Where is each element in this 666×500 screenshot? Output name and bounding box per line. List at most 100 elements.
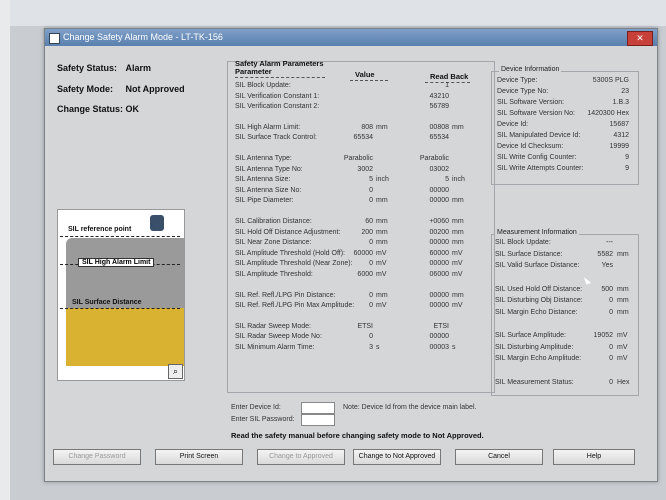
help-button[interactable]: Help xyxy=(553,449,635,465)
parameter-readback: +0060 xyxy=(429,218,449,225)
device-info-value: 4312 xyxy=(613,132,629,139)
safety-status: Safety Status: Alarm xyxy=(57,63,151,73)
parameter-value: 0 xyxy=(369,260,373,268)
print-screen-button[interactable]: Print Screen xyxy=(155,449,243,465)
parameter-value-unit: mm xyxy=(376,123,388,131)
parameter-value: 60 xyxy=(365,218,373,225)
parameter-value-unit: mm xyxy=(376,291,388,299)
parameter-readback: 03002 xyxy=(429,165,449,173)
device-info-label: Device Type: xyxy=(497,77,538,84)
cancel-button[interactable]: Cancel xyxy=(455,449,543,465)
parameter-name: SIL Verification Constant 1: xyxy=(235,92,320,100)
parameter-readback: 56789 xyxy=(429,103,449,111)
safety-status-value: Alarm xyxy=(125,63,152,73)
title-bar[interactable]: Change Safety Alarm Mode - LT-TK-156 ✕ xyxy=(45,29,657,46)
parameter-value: 200 xyxy=(361,228,373,236)
measurement-unit: mm xyxy=(617,308,629,316)
device-info-label: SIL Software Version No: xyxy=(497,110,575,117)
parameter-value-unit: mV xyxy=(376,249,387,257)
parameter-readback-unit: mV xyxy=(452,302,463,310)
app-icon xyxy=(49,33,60,44)
device-info-value: 5300S PLG xyxy=(592,77,629,84)
measurement-label: SIL Disturbing Obj Distance: xyxy=(495,297,583,304)
change-status: Change Status: OK xyxy=(57,104,139,114)
device-info-label: Device Type No: xyxy=(497,88,549,95)
safety-mode: Safety Mode: Not Approved xyxy=(57,84,185,94)
parameter-readback: 00000 xyxy=(429,197,449,205)
parameter-name: SIL Antenna Type No: xyxy=(235,165,303,173)
column-read-back: Read Back xyxy=(430,72,469,81)
change-password-button[interactable]: Change Password xyxy=(53,449,141,465)
parameter-name: SIL Block Update: xyxy=(235,82,291,89)
parameter-readback-unit: mm xyxy=(452,291,464,299)
parameter-readback: Parabolic xyxy=(419,155,449,162)
measurement-label: SIL Measurement Status: xyxy=(495,378,574,386)
parameter-name: SIL Calibration Distance: xyxy=(235,218,312,225)
device-id-input[interactable] xyxy=(301,402,335,414)
parameter-readback: 00000 xyxy=(429,291,449,299)
measurement-value: 500 xyxy=(601,285,613,293)
device-id-label: Enter Device Id: xyxy=(231,404,281,411)
parameter-value: 3 xyxy=(369,344,373,351)
parameter-readback: 1 xyxy=(445,82,449,89)
measurement-label: SIL Block Update: xyxy=(495,239,551,246)
device-info-value: 9 xyxy=(625,154,629,161)
measurement-value: 19052 xyxy=(593,332,613,339)
parameter-value: 3002 xyxy=(357,165,373,173)
measurement-unit: mm xyxy=(617,285,629,293)
measurement-value: --- xyxy=(606,239,613,246)
measurement-label: SIL Disturbing Amplitude: xyxy=(495,343,574,351)
measurement-unit: Hex xyxy=(617,378,630,386)
parameter-value-unit: mm xyxy=(376,228,388,236)
parameter-value-unit: mV xyxy=(376,260,387,268)
parameter-value: 6000 xyxy=(357,271,373,278)
parameter-readback: 43210 xyxy=(429,92,449,100)
screen-bezel xyxy=(0,0,10,500)
measurement-group-title: Measurement Information xyxy=(495,229,579,236)
parameter-readback: 00000 xyxy=(429,260,449,268)
parameter-readback-unit: mm xyxy=(452,218,464,225)
device-info-value: 9 xyxy=(625,165,629,172)
parameter-readback-unit: s xyxy=(452,344,456,351)
measurement-label: SIL Valid Surface Distance: xyxy=(495,262,580,269)
reference-line xyxy=(60,236,180,237)
measurement-unit: mV xyxy=(617,332,628,339)
parameter-name: SIL Pipe Diameter: xyxy=(235,197,294,205)
device-info-value: 23 xyxy=(621,88,629,95)
parameter-name: SIL Near Zone Distance: xyxy=(235,239,312,247)
measurement-value: 0 xyxy=(609,308,613,316)
measurement-label: SIL Margin Echo Distance: xyxy=(495,308,578,316)
parameter-readback: 00000 xyxy=(429,333,449,341)
change-status-value: OK xyxy=(125,104,140,114)
change-to-approved-button[interactable]: Change to Approved xyxy=(257,449,345,465)
parameter-value: 808 xyxy=(361,123,373,131)
parameter-readback: 00808 xyxy=(429,123,449,131)
reference-point-label: SIL reference point xyxy=(68,226,132,233)
device-group-title: Device Information xyxy=(499,66,562,73)
high-alarm-label: SIL High Alarm Limit xyxy=(78,258,155,267)
parameter-value: 0 xyxy=(369,333,373,341)
change-safety-alarm-dialog: Change Safety Alarm Mode - LT-TK-156 ✕ S… xyxy=(44,28,658,482)
parameter-value: 60000 xyxy=(353,249,373,257)
radar-gauge-icon xyxy=(150,215,164,231)
parameter-readback: 60000 xyxy=(429,249,449,257)
parameter-readback-unit: inch xyxy=(452,176,465,184)
parameter-value: ETSI xyxy=(357,322,373,330)
parameter-name: SIL Antenna Size No: xyxy=(235,186,302,194)
tank-diagram: SIL reference point SIL High Alarm Limit… xyxy=(57,209,185,381)
parameter-name: SIL Surface Track Control: xyxy=(235,134,317,142)
parameter-value-unit: inch xyxy=(376,176,389,184)
measurement-value: 0 xyxy=(609,378,613,386)
change-to-not-approved-button[interactable]: Change to Not Approved xyxy=(353,449,441,465)
device-info-label: Device Id: xyxy=(497,121,529,128)
parameter-readback: 65534 xyxy=(429,134,449,142)
parameter-value: 0 xyxy=(369,197,373,205)
magnifier-icon[interactable]: ⌕ xyxy=(168,364,183,379)
parameter-readback: 00000 xyxy=(429,302,449,310)
parameter-value-unit: mV xyxy=(376,302,387,310)
close-icon[interactable]: ✕ xyxy=(627,31,653,46)
sil-password-input[interactable] xyxy=(301,414,335,426)
parameter-name: SIL Antenna Type: xyxy=(235,155,292,162)
safety-mode-label: Safety Mode: xyxy=(57,84,114,94)
header-underline xyxy=(350,80,388,81)
